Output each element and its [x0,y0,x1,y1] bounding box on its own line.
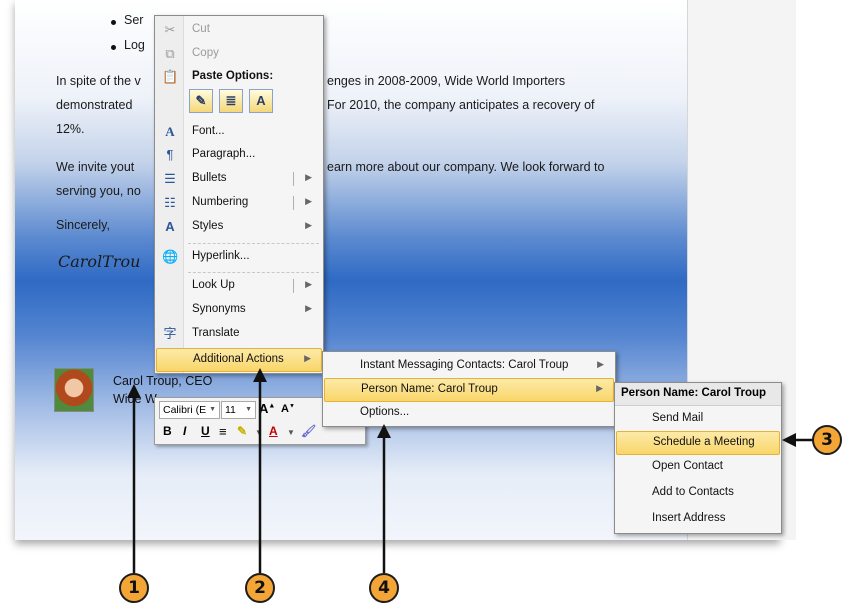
callout-badge-1: 1 [119,573,149,603]
arrowhead-1 [127,384,141,398]
arrowhead-2 [253,368,267,382]
callout-badge-4: 4 [369,573,399,603]
callout-badge-3: 3 [812,425,842,455]
callout-arrows [127,368,814,573]
arrowhead-4 [377,424,391,438]
arrowhead-3 [782,433,796,447]
callout-badge-2: 2 [245,573,275,603]
